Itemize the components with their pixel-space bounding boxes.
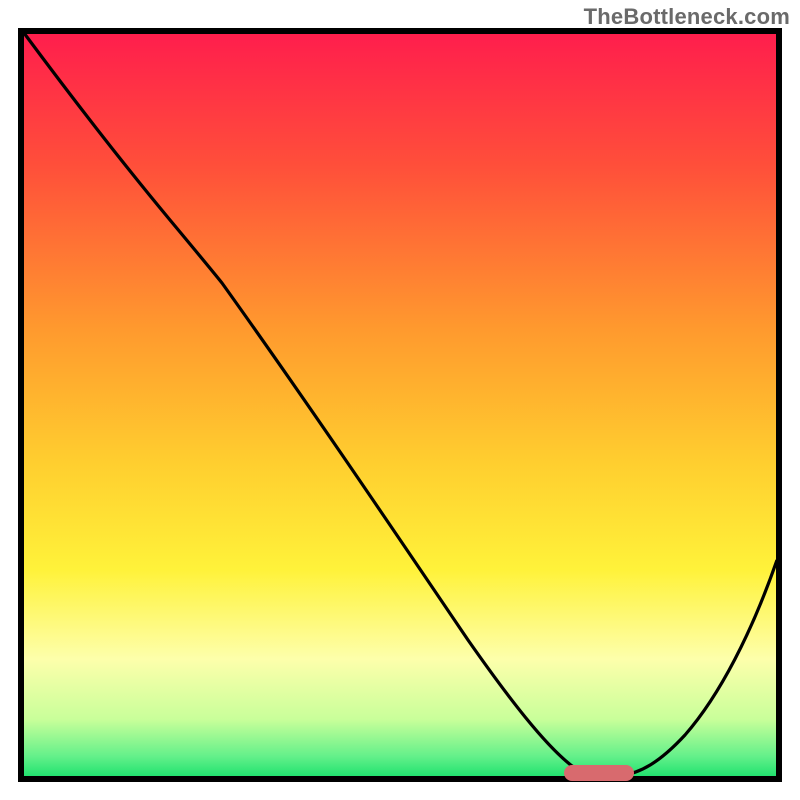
chart-svg [0,0,800,800]
chart-container: TheBottleneck.com [0,0,800,800]
optimal-marker [564,765,634,781]
watermark-text: TheBottleneck.com [584,4,790,30]
gradient-fill [21,31,779,779]
plot-area [21,31,779,779]
